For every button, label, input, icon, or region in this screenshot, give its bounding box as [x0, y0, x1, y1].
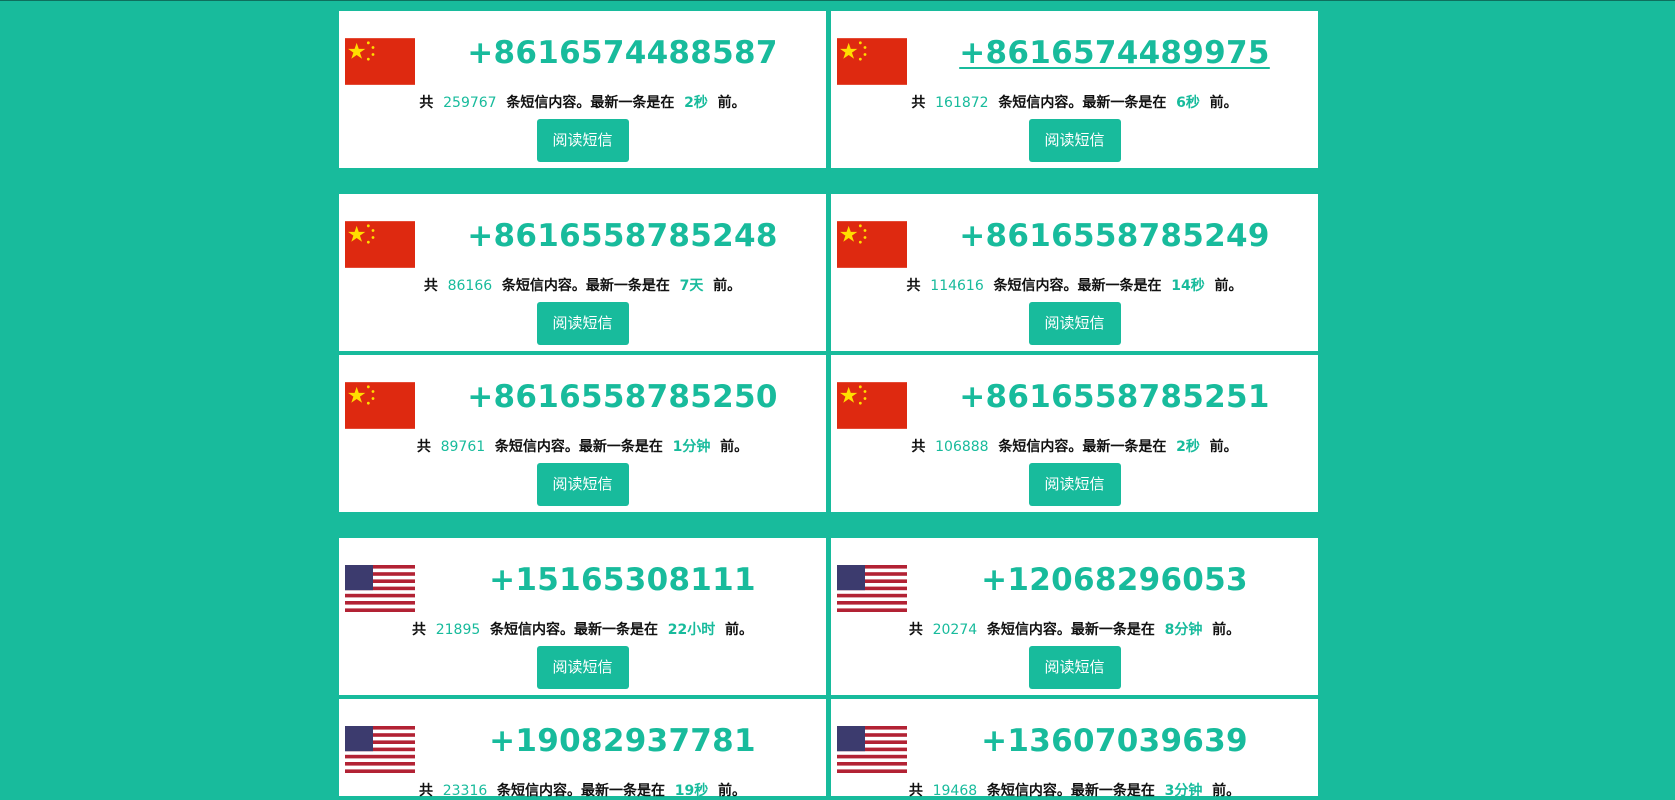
phone-card[interactable]: +8616574488587 共 259767 条短信内容。最新一条是在 2秒 …	[339, 11, 826, 168]
usa-flag-icon	[837, 726, 907, 773]
sms-info: 共 259767 条短信内容。最新一条是在 2秒 前。	[419, 95, 746, 111]
china-flag-icon	[837, 382, 907, 429]
sms-info: 共 106888 条短信内容。最新一条是在 2秒 前。	[911, 439, 1238, 455]
read-sms-button[interactable]: 阅读短信	[536, 302, 629, 345]
top-border	[0, 0, 1675, 1]
china-flag-icon	[345, 382, 415, 429]
phone-number[interactable]: +12068296053	[911, 562, 1318, 598]
phone-card[interactable]: +8616558785248 共 86166 条短信内容。最新一条是在 7天 前…	[339, 194, 826, 351]
phone-number[interactable]: +8616558785251	[911, 379, 1318, 415]
read-sms-button[interactable]: 阅读短信	[536, 119, 629, 162]
china-flag-icon	[837, 38, 907, 85]
phone-card[interactable]: +19082937781 共 23316 条短信内容。最新一条是在 19秒 前。	[339, 699, 826, 799]
read-sms-button[interactable]: 阅读短信	[1028, 646, 1121, 689]
sms-info: 共 89761 条短信内容。最新一条是在 1分钟 前。	[416, 439, 749, 455]
read-sms-button[interactable]: 阅读短信	[1028, 119, 1121, 162]
sms-info: 共 114616 条短信内容。最新一条是在 14秒 前。	[906, 278, 1243, 294]
phone-number[interactable]: +8616558785248	[419, 218, 826, 254]
phone-card[interactable]: +12068296053 共 20274 条短信内容。最新一条是在 8分钟 前。…	[831, 538, 1318, 695]
phone-number[interactable]: +8616558785250	[419, 379, 826, 415]
phone-number[interactable]: +13607039639	[911, 723, 1318, 759]
sms-info: 共 21895 条短信内容。最新一条是在 22小时 前。	[411, 622, 754, 638]
china-flag-icon	[345, 38, 415, 85]
sms-info: 共 19468 条短信内容。最新一条是在 3分钟 前。	[908, 783, 1241, 799]
phone-number[interactable]: +19082937781	[419, 723, 826, 759]
phone-card[interactable]: +8616558785250 共 89761 条短信内容。最新一条是在 1分钟 …	[339, 355, 826, 512]
read-sms-button[interactable]: 阅读短信	[536, 646, 629, 689]
sms-info: 共 23316 条短信内容。最新一条是在 19秒 前。	[418, 783, 747, 799]
phone-card[interactable]: +8616558785251 共 106888 条短信内容。最新一条是在 2秒 …	[831, 355, 1318, 512]
sms-info: 共 20274 条短信内容。最新一条是在 8分钟 前。	[908, 622, 1241, 638]
phone-card[interactable]: +15165308111 共 21895 条短信内容。最新一条是在 22小时 前…	[339, 538, 826, 695]
phone-number[interactable]: +8616558785249	[911, 218, 1318, 254]
usa-flag-icon	[345, 726, 415, 773]
sms-info: 共 161872 条短信内容。最新一条是在 6秒 前。	[911, 95, 1238, 111]
phone-card[interactable]: +13607039639 共 19468 条短信内容。最新一条是在 3分钟 前。	[831, 699, 1318, 799]
phone-number[interactable]: +8616574489975	[911, 35, 1318, 71]
usa-flag-icon	[345, 565, 415, 612]
phone-number[interactable]: +8616574488587	[419, 35, 826, 71]
read-sms-button[interactable]: 阅读短信	[1028, 463, 1121, 506]
phone-number[interactable]: +15165308111	[419, 562, 826, 598]
phone-card[interactable]: +8616558785249 共 114616 条短信内容。最新一条是在 14秒…	[831, 194, 1318, 351]
china-flag-icon	[837, 221, 907, 268]
read-sms-button[interactable]: 阅读短信	[536, 463, 629, 506]
sms-info: 共 86166 条短信内容。最新一条是在 7天 前。	[423, 278, 742, 294]
read-sms-button[interactable]: 阅读短信	[1028, 302, 1121, 345]
china-flag-icon	[345, 221, 415, 268]
phone-card[interactable]: +8616574489975 共 161872 条短信内容。最新一条是在 6秒 …	[831, 11, 1318, 168]
usa-flag-icon	[837, 565, 907, 612]
